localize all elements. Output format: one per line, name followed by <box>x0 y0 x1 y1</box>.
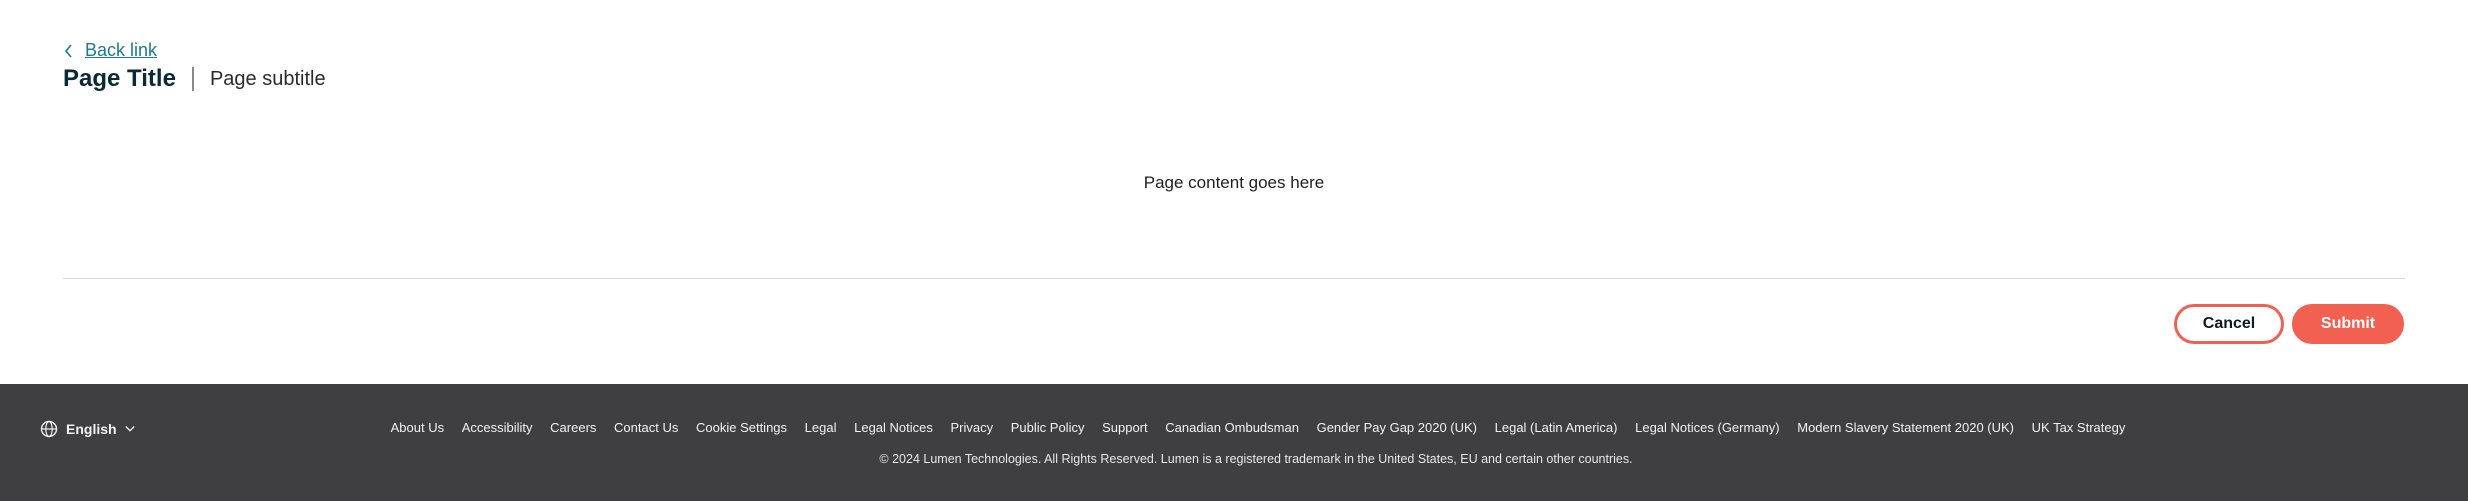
footer-link-cookie-settings[interactable]: Cookie Settings <box>696 420 787 435</box>
footer-link-public-policy[interactable]: Public Policy <box>1011 420 1085 435</box>
submit-button[interactable]: Submit <box>2292 304 2404 344</box>
back-link-label[interactable]: Back link <box>85 40 157 61</box>
footer-links: About Us Accessibility Careers Contact U… <box>0 420 2468 435</box>
page-subtitle: Page subtitle <box>209 67 326 90</box>
footer-link-modern-slavery[interactable]: Modern Slavery Statement 2020 (UK) <box>1797 420 2014 435</box>
footer-link-legal[interactable]: Legal <box>805 420 837 435</box>
title-separator <box>191 67 194 91</box>
chevron-left-icon <box>64 43 72 58</box>
footer-link-careers[interactable]: Careers <box>550 420 596 435</box>
footer-link-gender-pay-gap[interactable]: Gender Pay Gap 2020 (UK) <box>1317 420 1477 435</box>
footer-link-legal-notices-germany[interactable]: Legal Notices (Germany) <box>1635 420 1780 435</box>
footer-link-canadian-ombudsman[interactable]: Canadian Ombudsman <box>1165 420 1299 435</box>
footer-link-accessibility[interactable]: Accessibility <box>462 420 533 435</box>
cancel-button[interactable]: Cancel <box>2174 304 2284 344</box>
footer: English About Us Accessibility Careers C… <box>0 384 2468 501</box>
footer-link-support[interactable]: Support <box>1102 420 1148 435</box>
content-divider <box>63 278 2405 279</box>
footer-link-uk-tax-strategy[interactable]: UK Tax Strategy <box>2032 420 2126 435</box>
title-row: Page Title Page subtitle <box>63 65 326 93</box>
footer-link-legal-notices[interactable]: Legal Notices <box>854 420 933 435</box>
footer-link-contact-us[interactable]: Contact Us <box>614 420 678 435</box>
page-content: Page content goes here <box>1143 173 1325 192</box>
back-link[interactable]: Back link <box>63 40 326 61</box>
footer-link-privacy[interactable]: Privacy <box>951 420 994 435</box>
footer-link-about-us[interactable]: About Us <box>391 420 444 435</box>
page-title: Page Title <box>63 65 176 92</box>
footer-link-legal-latin-america[interactable]: Legal (Latin America) <box>1495 420 1618 435</box>
copyright-text: © 2024 Lumen Technologies. All Rights Re… <box>879 452 1633 466</box>
page-header: Back link Page Title Page subtitle <box>63 40 326 93</box>
form-actions: Cancel Submit <box>2174 304 2404 344</box>
